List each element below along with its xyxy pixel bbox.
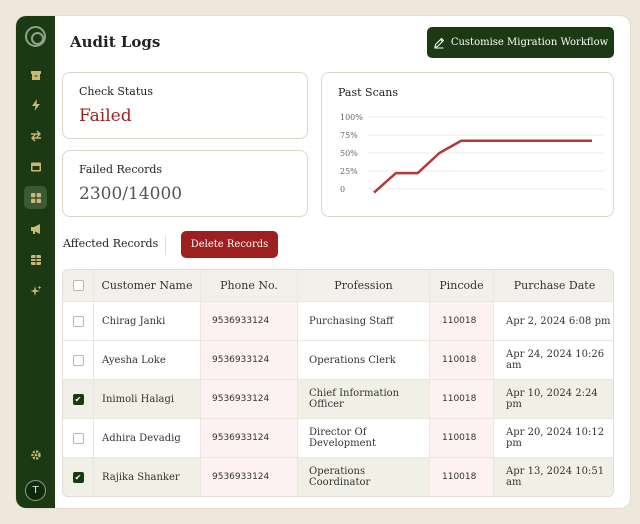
- pincode-cell: 110018: [430, 458, 494, 496]
- col-purchase-date[interactable]: Purchase Date: [494, 270, 613, 301]
- sparkle-icon[interactable]: [24, 279, 47, 302]
- customise-migration-workflow-button[interactable]: Customise Migration Workflow: [427, 27, 614, 58]
- table-row[interactable]: ✔ Rajika Shanker 9536933124 Operations Coor…: [63, 457, 613, 496]
- y-tick-label: 25%: [340, 167, 358, 176]
- check-status-card: Check Status Failed: [62, 72, 308, 139]
- phone-number-cell: 9536933124: [201, 458, 298, 496]
- logo-icon: [25, 26, 46, 47]
- purchase-date-cell: Apr 2, 2024 6:08 pm: [506, 315, 611, 327]
- row-checkbox-cell: ✔: [63, 458, 94, 496]
- phone-number-cell: 9536933124: [201, 419, 298, 457]
- table-row[interactable]: Adhira Devadig 9536933124 Director Of Deve…: [63, 418, 613, 457]
- delete-records-button[interactable]: Delete Records: [181, 231, 278, 258]
- row-checkbox[interactable]: ✔: [72, 393, 84, 405]
- col-pincode[interactable]: Pincode: [430, 270, 494, 301]
- profession-cell: Operations Coordinator: [298, 458, 430, 496]
- table-row[interactable]: ✔ Inimoli Halagi 9536933124 Chief Informati…: [63, 379, 613, 418]
- row-checkbox[interactable]: ✔: [72, 471, 84, 483]
- table-header: Customer Name Phone No. Profession Pinco…: [63, 270, 613, 301]
- profession-cell: Chief Information Officer: [298, 380, 430, 418]
- table-row[interactable]: Chirag Janki 9536933124 Purchasing Staff 11…: [63, 301, 613, 340]
- check-status-value: Failed: [79, 106, 132, 126]
- sidebar: T: [16, 16, 55, 508]
- failed-records-label: Failed Records: [79, 163, 163, 176]
- row-checkbox[interactable]: [72, 315, 84, 327]
- grid-icon[interactable]: [24, 186, 47, 209]
- phone-number-cell: 9536933124: [201, 302, 298, 340]
- col-profession[interactable]: Profession: [298, 270, 430, 301]
- lightning-icon[interactable]: [24, 93, 47, 116]
- records-table: Customer Name Phone No. Profession Pinco…: [62, 269, 614, 497]
- avatar-initial: T: [32, 485, 39, 496]
- customer-name-cell: Chirag Janki: [94, 302, 201, 340]
- y-tick-label: 75%: [340, 131, 358, 140]
- past-scans-card: Past Scans 100% 75% 50% 25% 0: [321, 72, 614, 217]
- row-checkbox-cell: [63, 302, 94, 340]
- purchase-date-cell: Apr 20, 2024 10:12 pm: [506, 427, 605, 449]
- col-customer-name[interactable]: Customer Name: [94, 270, 201, 301]
- table-row[interactable]: Ayesha Loke 9536933124 Operations Clerk 110…: [63, 340, 613, 379]
- avatar[interactable]: T: [25, 480, 46, 501]
- customer-name-cell: Ayesha Loke: [94, 341, 201, 379]
- divider: [165, 235, 166, 255]
- col-phone[interactable]: Phone No.: [201, 270, 298, 301]
- row-checkbox[interactable]: [72, 354, 84, 366]
- customer-name-cell: Inimoli Halagi: [94, 380, 201, 418]
- row-checkbox-cell: [63, 341, 94, 379]
- database-icon[interactable]: [24, 248, 47, 271]
- purchase-date-cell: Apr 10, 2024 2:24 pm: [506, 388, 598, 410]
- profession-cell: Purchasing Staff: [298, 302, 430, 340]
- customise-button-label: Customise Migration Workflow: [450, 37, 609, 48]
- gear-icon[interactable]: [24, 443, 47, 466]
- page-title: Audit Logs: [70, 33, 161, 51]
- y-tick-label: 50%: [340, 149, 358, 158]
- table-icon[interactable]: [24, 155, 47, 178]
- check-status-label: Check Status: [79, 85, 153, 98]
- failed-records-card: Failed Records 2300/14000: [62, 150, 308, 217]
- customer-name-cell: Adhira Devadig: [94, 419, 201, 457]
- row-checkbox-cell: ✔: [63, 380, 94, 418]
- purchase-date-cell: Apr 24, 2024 10:26 am: [506, 349, 605, 371]
- failed-records-value: 2300/14000: [79, 184, 183, 204]
- row-checkbox[interactable]: [72, 432, 84, 444]
- y-tick-label: 100%: [340, 113, 363, 122]
- archive-icon[interactable]: [24, 63, 47, 86]
- phone-number-cell: 9536933124: [201, 341, 298, 379]
- profession-cell: Director Of Development: [298, 419, 430, 457]
- affected-records-label: Affected Records: [63, 237, 159, 250]
- row-checkbox-cell: [63, 419, 94, 457]
- pincode-cell: 110018: [430, 419, 494, 457]
- profession-cell: Operations Clerk: [298, 341, 430, 379]
- phone-number-cell: 9536933124: [201, 380, 298, 418]
- pincode-cell: 110018: [430, 341, 494, 379]
- y-tick-label: 0: [340, 185, 345, 194]
- customer-name-cell: Rajika Shanker: [94, 458, 201, 496]
- select-all-cell: [63, 270, 94, 301]
- transfer-icon[interactable]: [24, 124, 47, 147]
- select-all-checkbox[interactable]: [72, 280, 84, 291]
- past-scans-chart: 100% 75% 50% 25% 0: [340, 113, 604, 194]
- scan-series-line: [373, 139, 592, 194]
- pincode-cell: 110018: [430, 302, 494, 340]
- megaphone-icon[interactable]: [24, 217, 47, 240]
- pencil-icon: [434, 37, 445, 48]
- pincode-cell: 110018: [430, 380, 494, 418]
- app-frame: T Audit Logs Customise Migration Workflo…: [16, 16, 630, 508]
- purchase-date-cell: Apr 13, 2024 10:51 am: [506, 466, 605, 488]
